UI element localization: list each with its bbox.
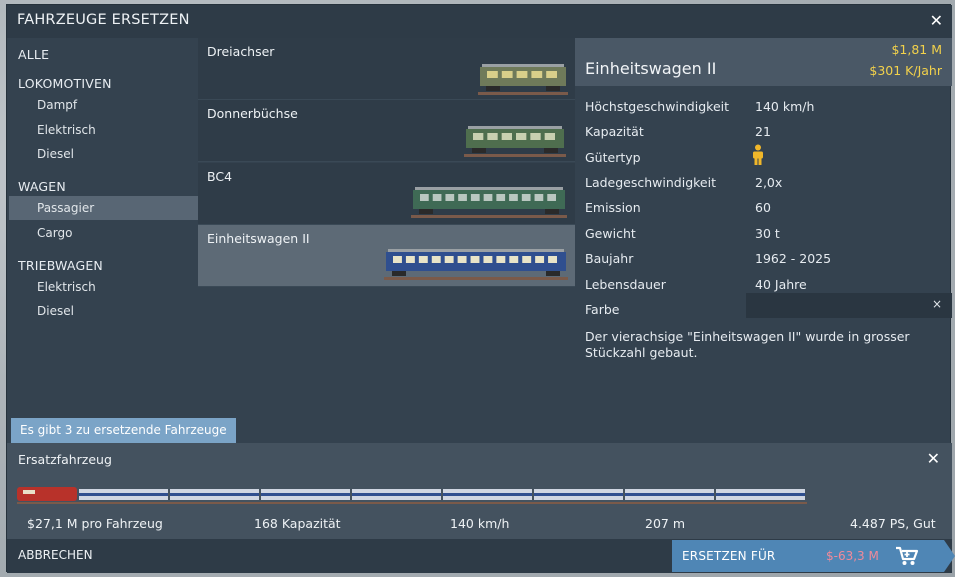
vehicle-name: Dreiachser <box>207 44 275 59</box>
replacement-section: Ersatzfahrzeug ✕ $27,1 M pro Fahrzeug 16… <box>7 443 952 539</box>
passenger-icon <box>751 144 765 169</box>
details-price: $1,81 M <box>891 42 942 57</box>
stat-capacity: 168 Kapazität <box>254 516 341 531</box>
cancel-button[interactable]: ABBRECHEN <box>18 548 93 562</box>
category-all[interactable]: ALLE <box>18 47 49 62</box>
prop-value-load-speed: 2,0x <box>755 175 783 190</box>
vehicle-preview-dreiachser <box>478 64 568 95</box>
category-item-passagier[interactable]: Passagier <box>9 196 198 220</box>
category-item-trieb-diesel[interactable]: Diesel <box>9 299 198 323</box>
category-triebwagen[interactable]: TRIEBWAGEN <box>18 258 103 273</box>
footer: ABBRECHEN ERSETZEN FÜR $-63,3 M <box>7 539 955 573</box>
window-close-icon[interactable]: ✕ <box>930 13 943 29</box>
replacement-train-preview <box>17 487 807 504</box>
details-header: Einheitswagen II $1,81 M $301 K/Jahr <box>575 38 952 86</box>
vehicle-preview-einheitswagen <box>384 249 568 280</box>
vehicle-row[interactable]: Dreiachser <box>198 38 575 100</box>
category-item-cargo[interactable]: Cargo <box>9 221 198 245</box>
replace-button-label: ERSETZEN FÜR <box>682 549 776 563</box>
stat-cost: $27,1 M pro Fahrzeug <box>27 516 163 531</box>
vehicle-name: Donnerbüchse <box>207 106 298 121</box>
title-bar: FAHRZEUGE ERSETZEN ✕ <box>7 5 952 38</box>
replacement-label: Ersatzfahrzeug <box>18 452 112 467</box>
details-vehicle-name: Einheitswagen II <box>585 59 717 78</box>
prop-label-capacity: Kapazität <box>585 124 644 139</box>
cart-icon <box>895 546 919 570</box>
prop-value-lifespan: 40 Jahre <box>755 277 807 292</box>
prop-label-speed: Höchstgeschwindigkeit <box>585 99 730 114</box>
stat-length: 207 m <box>645 516 686 531</box>
replace-count-notice: Es gibt 3 zu ersetzende Fahrzeuge <box>11 418 236 443</box>
replace-vehicles-window: FAHRZEUGE ERSETZEN ✕ ALLE LOKOMOTIVEN Da… <box>6 4 955 573</box>
vehicle-name: Einheitswagen II <box>207 231 310 246</box>
color-picker[interactable]: × <box>746 293 952 318</box>
prop-value-weight: 30 t <box>755 226 780 241</box>
vehicle-name: BC4 <box>207 169 233 184</box>
prop-label-weight: Gewicht <box>585 226 636 241</box>
category-lokomotiven[interactable]: LOKOMOTIVEN <box>18 76 112 91</box>
prop-value-emission: 60 <box>755 200 771 215</box>
category-item-dampf[interactable]: Dampf <box>9 93 198 117</box>
vehicle-list: Dreiachser Donnerbüchse BC4 Einheitswage… <box>198 38 575 288</box>
prop-label-year: Baujahr <box>585 251 634 266</box>
details-running-cost: $301 K/Jahr <box>869 63 942 78</box>
prop-value-year: 1962 - 2025 <box>755 251 832 266</box>
replace-button-arrow <box>944 540 955 572</box>
replace-button[interactable]: ERSETZEN FÜR $-63,3 M <box>672 540 955 572</box>
stat-power: 4.487 PS, Gut <box>850 516 936 531</box>
window-title: FAHRZEUGE ERSETZEN <box>17 12 190 28</box>
prop-value-capacity: 21 <box>755 124 771 139</box>
category-item-lok-diesel[interactable]: Diesel <box>9 142 198 166</box>
replacement-close-icon[interactable]: ✕ <box>927 451 940 467</box>
vehicle-preview-donnerbuechse <box>464 126 566 157</box>
prop-label-cargo-type: Gütertyp <box>585 150 641 165</box>
vehicle-preview-bc4 <box>411 187 567 218</box>
prop-label-load-speed: Ladegeschwindigkeit <box>585 175 716 190</box>
vehicle-description: Der vierachsige "Einheitswagen II" wurde… <box>585 329 910 360</box>
vehicle-row-selected[interactable]: Einheitswagen II <box>198 225 575 287</box>
vehicle-row[interactable]: Donnerbüchse <box>198 100 575 162</box>
clear-color-icon[interactable]: × <box>932 297 942 311</box>
prop-label-emission: Emission <box>585 200 641 215</box>
category-item-lok-elektrisch[interactable]: Elektrisch <box>9 118 198 142</box>
prop-value-speed: 140 km/h <box>755 99 815 114</box>
vehicle-details: Einheitswagen II $1,81 M $301 K/Jahr Höc… <box>575 38 952 408</box>
vehicle-row[interactable]: BC4 <box>198 163 575 225</box>
category-wagen[interactable]: WAGEN <box>18 179 66 194</box>
category-sidebar: ALLE LOKOMOTIVEN Dampf Elektrisch Diesel… <box>7 38 198 408</box>
replace-cost: $-63,3 M <box>826 549 879 563</box>
stat-speed: 140 km/h <box>450 516 510 531</box>
prop-label-color: Farbe <box>585 302 620 317</box>
prop-label-lifespan: Lebensdauer <box>585 277 666 292</box>
category-item-trieb-elektrisch[interactable]: Elektrisch <box>9 275 198 299</box>
